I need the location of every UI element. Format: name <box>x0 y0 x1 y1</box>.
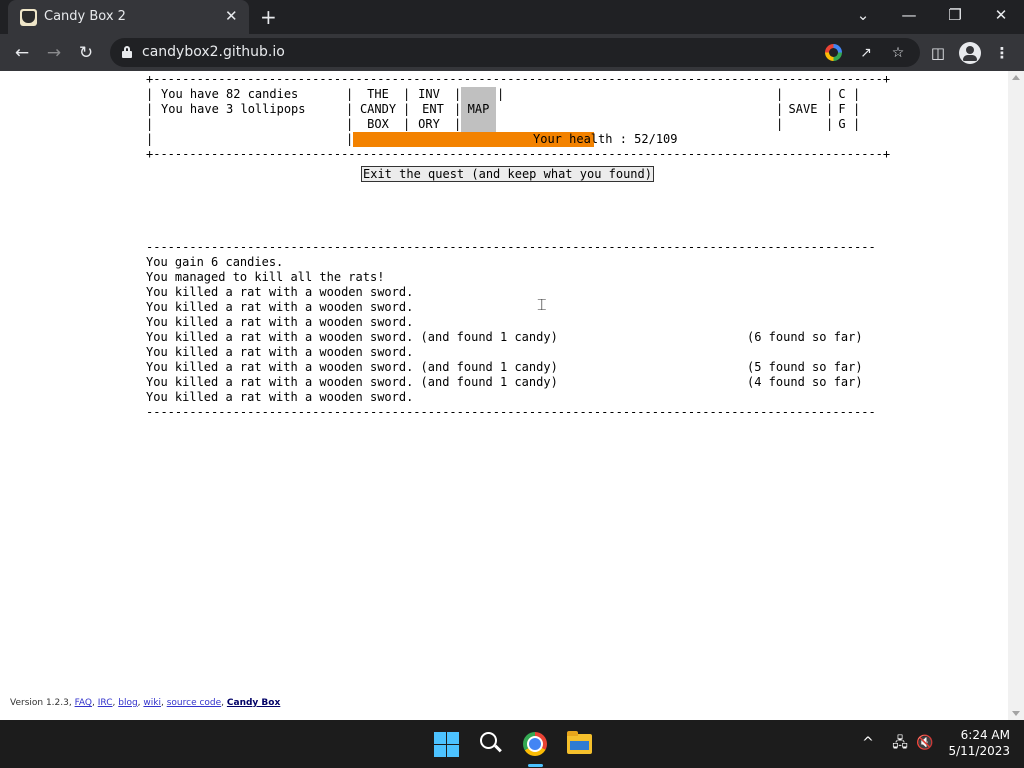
log-bottom-divider: ----------------------------------------… <box>146 405 876 419</box>
tab-candy-box-line[interactable]: CANDY <box>354 102 402 117</box>
network-icon[interactable]: 🖧 <box>889 734 911 752</box>
browser-tab[interactable]: Candy Box 2 ✕ <box>8 0 249 34</box>
url-text[interactable]: candybox2.github.io <box>142 44 285 60</box>
tab-inventory-line[interactable]: ORY <box>410 117 448 132</box>
reload-icon[interactable]: ↻ <box>75 42 97 64</box>
bookmark-star-icon[interactable]: ☆ <box>888 43 908 63</box>
tab-candy-box-line[interactable]: BOX <box>354 117 402 132</box>
search-icon[interactable] <box>480 732 502 754</box>
tab-title: Candy Box 2 <box>44 9 126 24</box>
tab-inventory-line[interactable]: INV <box>410 87 448 102</box>
tab-config-line[interactable]: C <box>834 87 850 102</box>
menu-kebab-icon[interactable]: ⋮ <box>991 42 1013 64</box>
candy-box-favicon-icon <box>20 9 37 26</box>
tab-inventory-line[interactable]: ENT <box>414 102 452 117</box>
tab-config-line[interactable]: F <box>834 102 850 117</box>
faq-link[interactable]: FAQ <box>75 698 92 708</box>
log-line: You killed a rat with a wooden sword. (a… <box>146 360 558 374</box>
log-line: You killed a rat with a wooden sword. (a… <box>146 330 558 344</box>
minimize-button[interactable]: — <box>894 6 924 24</box>
log-line: You killed a rat with a wooden sword. <box>146 315 414 329</box>
file-explorer-icon[interactable] <box>567 731 592 754</box>
exit-quest-button[interactable]: Exit the quest (and keep what you found) <box>361 166 654 182</box>
browser-titlebar: Candy Box 2 ✕ + ⌄ — ❐ ✕ <box>0 0 1024 34</box>
scroll-down-arrow-icon[interactable] <box>1012 711 1020 716</box>
log-line: You killed a rat with a wooden sword. <box>146 300 414 314</box>
wiki-link[interactable]: wiki <box>143 698 161 708</box>
lock-icon[interactable] <box>122 46 132 58</box>
windows-start-icon[interactable] <box>434 732 459 757</box>
candies-count: You have 82 candies <box>161 87 299 101</box>
log-found-count: (4 found so far) <box>747 375 863 389</box>
restore-button[interactable]: ❐ <box>940 6 970 24</box>
log-found-count: (6 found so far) <box>747 330 863 344</box>
tab-search-button[interactable]: ⌄ <box>848 6 878 24</box>
windows-taskbar: ^ 🖧 🔇 6:24 AM 5/11/2023 <box>0 720 1024 768</box>
clock-time: 6:24 AM <box>960 728 1010 742</box>
text-cursor-icon: ⌶ <box>537 295 547 314</box>
frame-top-border: +---------------------------------------… <box>146 72 891 86</box>
log-line: You killed a rat with a wooden sword. <box>146 390 414 404</box>
share-icon[interactable]: ↗ <box>856 43 876 63</box>
log-found-count: (5 found so far) <box>747 360 863 374</box>
google-icon[interactable] <box>825 44 842 61</box>
new-tab-button[interactable]: + <box>260 6 277 28</box>
chrome-icon[interactable] <box>523 732 547 756</box>
tab-close-icon[interactable]: ✕ <box>225 8 238 25</box>
game-page: +---------------------------------------… <box>0 71 1008 720</box>
scroll-up-arrow-icon[interactable] <box>1012 75 1020 80</box>
frame-left-border: | | | | <box>146 87 154 146</box>
clock[interactable]: 6:24 AM 5/11/2023 <box>930 727 1010 759</box>
footer: Version 1.2.3, FAQ, IRC, blog, wiki, sou… <box>10 698 281 708</box>
profile-icon[interactable] <box>959 42 981 64</box>
log-line: You killed a rat with a wooden sword. <box>146 285 414 299</box>
lollipops-count: You have 3 lollipops <box>161 102 306 116</box>
log-line: You killed a rat with a wooden sword. <box>146 345 414 359</box>
side-panel-icon[interactable]: ◫ <box>927 42 949 64</box>
address-bar[interactable]: candybox2.github.io ↗ ☆ <box>110 38 920 67</box>
log-line: You killed a rat with a wooden sword. (a… <box>146 375 558 389</box>
source-code-link[interactable]: source code <box>167 698 221 708</box>
browser-toolbar: ← → ↻ candybox2.github.io ↗ ☆ ◫ ⋮ <box>0 34 1024 71</box>
clock-date: 5/11/2023 <box>948 744 1010 758</box>
page-scrollbar[interactable] <box>1008 71 1024 720</box>
back-arrow-icon[interactable]: ← <box>11 42 33 64</box>
close-window-button[interactable]: ✕ <box>986 6 1016 24</box>
tab-separator: | <box>497 87 505 101</box>
log-top-divider: ----------------------------------------… <box>146 240 876 254</box>
blog-link[interactable]: blog <box>118 698 137 708</box>
log-line: You managed to kill all the rats! <box>146 270 385 284</box>
tab-config-line[interactable]: G <box>834 117 850 132</box>
forward-arrow-icon[interactable]: → <box>43 42 65 64</box>
frame-bottom-border: +---------------------------------------… <box>146 147 891 161</box>
tray-chevron-icon[interactable]: ^ <box>859 734 877 752</box>
tab-map-label[interactable]: MAP <box>461 102 496 117</box>
irc-link[interactable]: IRC <box>98 698 113 708</box>
log-line: You gain 6 candies. <box>146 255 284 269</box>
active-app-indicator <box>528 764 543 767</box>
save-tab[interactable]: SAVE <box>782 102 824 117</box>
tab-candy-box-line[interactable]: THE <box>354 87 402 102</box>
tab-separator: | | | <box>826 87 834 131</box>
version-text: Version 1.2.3, <box>10 698 75 708</box>
candy-box-link[interactable]: Candy Box <box>227 698 280 708</box>
health-text: Your health : 52/109 <box>533 132 678 146</box>
